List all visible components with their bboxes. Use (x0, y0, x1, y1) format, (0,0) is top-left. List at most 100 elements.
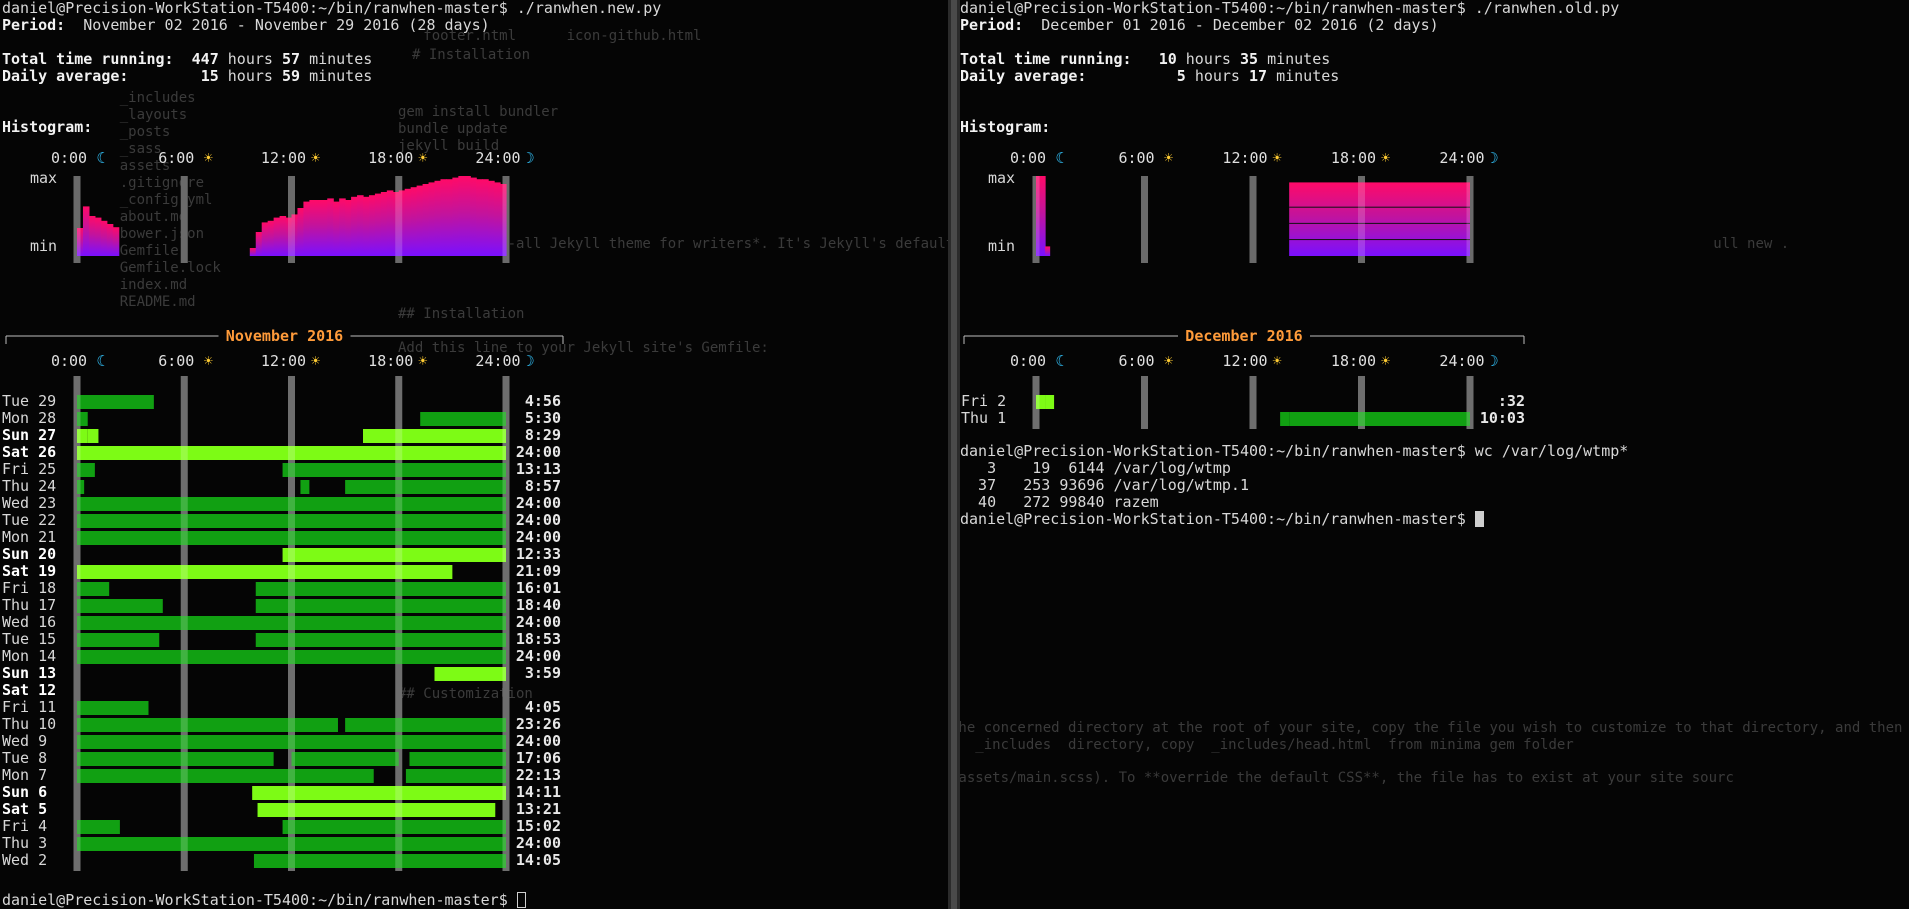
histogram-bar (374, 193, 382, 256)
usage-bar (77, 718, 338, 732)
day-label: Thu 10 (2, 715, 56, 733)
day-label: Fri 4 (2, 817, 47, 835)
sun-icon: ☀ (1272, 352, 1281, 370)
histogram-bar (416, 185, 424, 256)
day-label: Wed 2 (2, 851, 47, 869)
calendar-hour-track (1141, 376, 1148, 429)
usage-bar (409, 752, 506, 766)
histogram-bar (100, 220, 108, 256)
day-label: Thu 17 (2, 596, 56, 614)
day-total: 13:21 (516, 800, 561, 818)
histogram-bar (476, 179, 483, 256)
shell-prompt-final[interactable]: daniel@Precision-WorkStation-T5400:~/bin… (2, 892, 526, 909)
histogram-bar (1040, 176, 1046, 256)
shell-prompt-final[interactable]: daniel@Precision-WorkStation-T5400:~/bin… (960, 511, 1484, 528)
histogram-axis-label: 0:00 (1010, 149, 1046, 167)
moon-icon: ☽ (1489, 352, 1498, 370)
histogram-bar (255, 232, 263, 256)
moon-icon: ☽ (525, 352, 534, 370)
calendar-hour-track (502, 376, 510, 871)
pane-divider[interactable] (948, 0, 960, 909)
usage-bar (420, 412, 506, 426)
histogram-bar (88, 216, 96, 256)
day-label: Sat 5 (2, 800, 47, 818)
histogram-bar (1289, 222, 1470, 224)
day-total: 3:59 (525, 664, 561, 682)
calendar-axis-label: 24:00 (475, 352, 520, 370)
histogram-bar (1045, 246, 1051, 256)
histogram-bar (94, 217, 102, 256)
histogram-bar (422, 184, 430, 256)
usage-bar (77, 599, 163, 613)
histogram-bar (315, 200, 322, 256)
sun-icon: ☀ (311, 352, 320, 370)
day-total: 24:00 (516, 647, 561, 665)
day-label: Sun 13 (2, 664, 56, 682)
histogram-bar (297, 208, 305, 256)
histogram-axis-label: 12:00 (1222, 149, 1267, 167)
calendar-axis-label: 0:00 (1010, 352, 1046, 370)
calendar-axis-label: 24:00 (1439, 352, 1484, 370)
terminal-cursor (516, 892, 526, 908)
histogram-bar (494, 182, 501, 256)
histogram-axis-label: 18:00 (1331, 149, 1376, 167)
terminal-pane-left[interactable]: # Installation footer.html icon-github.h… (0, 0, 948, 909)
histogram-hour-track (1358, 176, 1365, 263)
month-title: December 2016 (1185, 327, 1302, 345)
day-label: Fri 2 (961, 392, 1006, 410)
moon-icon: ☾ (1055, 149, 1064, 167)
day-label: Mon 21 (2, 528, 56, 546)
terminal-cursor (1474, 511, 1484, 527)
histogram-bar (404, 188, 412, 256)
day-total: 24:00 (516, 732, 561, 750)
day-total: 8:29 (525, 426, 561, 444)
day-total: 4:05 (525, 698, 561, 716)
day-total: 24:00 (516, 443, 561, 461)
calendar-hour-track (288, 376, 295, 871)
histogram-bar (458, 176, 465, 256)
moon-icon: ☾ (96, 352, 105, 370)
day-label: Thu 3 (2, 834, 47, 852)
histogram-bar (249, 248, 257, 256)
day-total: 21:09 (516, 562, 561, 580)
histogram-bar (327, 198, 334, 256)
day-total: 24:00 (516, 613, 561, 631)
wc-command-line: daniel@Precision-WorkStation-T5400:~/bin… (960, 442, 1629, 460)
histogram-bar (357, 195, 364, 256)
histogram-hour-track (395, 176, 403, 263)
histogram-bar (470, 177, 477, 256)
usage-bar (345, 480, 506, 494)
day-label: Thu 24 (2, 477, 56, 495)
calendar-hour-track (1466, 376, 1474, 429)
histogram-bar (482, 179, 489, 256)
day-label: Tue 8 (2, 749, 47, 767)
terminal-pane-right[interactable]: ull new . the concerned directory at the… (960, 0, 1909, 909)
day-label: Fri 11 (2, 698, 56, 716)
histogram-axis-label: 6:00 (158, 149, 194, 167)
histogram-axis-label: 24:00 (475, 149, 520, 167)
usage-bar (282, 548, 506, 562)
day-label: Thu 1 (961, 409, 1006, 427)
day-label: Wed 9 (2, 732, 47, 750)
calendar-axis-label: 6:00 (1118, 352, 1154, 370)
day-total: 17:06 (516, 749, 561, 767)
histogram-bar (267, 220, 275, 256)
day-total: 23:26 (516, 715, 561, 733)
histogram-axis-label: 6:00 (1118, 149, 1154, 167)
month-title: November 2016 (226, 327, 343, 345)
histogram-bar (339, 198, 346, 256)
histogram-hour-track (502, 176, 510, 263)
day-label: Mon 14 (2, 647, 56, 665)
calendar-hour-track (1249, 376, 1257, 429)
moon-icon: ☾ (1055, 352, 1064, 370)
histogram-axis-label: 12:00 (261, 149, 306, 167)
usage-bar (77, 752, 274, 766)
usage-bar (363, 429, 506, 443)
calendar-axis-label: 0:00 (51, 352, 87, 370)
sun-icon: ☀ (311, 149, 320, 167)
usage-bar (77, 769, 374, 783)
day-label: Sat 26 (2, 443, 56, 461)
usage-bar (434, 667, 506, 681)
day-label: Mon 7 (2, 766, 47, 784)
histogram-bar (1289, 206, 1470, 208)
